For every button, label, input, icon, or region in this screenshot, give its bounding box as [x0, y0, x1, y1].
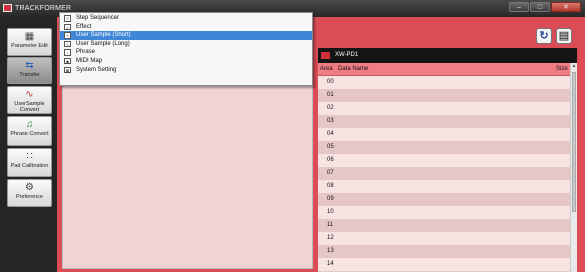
- scroll-thumb[interactable]: [572, 72, 576, 212]
- wave-convert-icon: ∿: [25, 89, 34, 100]
- gear-icon: ⚙: [25, 182, 34, 193]
- sample-short-icon: ∿: [64, 32, 71, 39]
- column-size[interactable]: Size: [556, 66, 568, 72]
- device-name: XW-PD1: [335, 52, 359, 58]
- menu-item-phrase[interactable]: ♪ Phrase: [60, 48, 312, 57]
- menu-item-label: MIDI Map: [76, 57, 103, 64]
- parameter-edit-label: Parameter Edit: [11, 43, 48, 49]
- effect-icon: ≈: [64, 23, 71, 31]
- pad-calibration-label: Pad Calibration: [10, 163, 49, 169]
- list-row[interactable]: 03: [318, 115, 570, 128]
- phrase-icon: ♫: [25, 119, 34, 130]
- transfer-arrows-icon: ⇆: [25, 60, 34, 71]
- settings-file-icon: ▦: [64, 66, 71, 74]
- parameter-edit-button[interactable]: ▦ Parameter Edit: [7, 28, 52, 56]
- device-icon[interactable]: ▤: [556, 28, 572, 44]
- list-row[interactable]: 12: [318, 232, 570, 245]
- menu-item-label: Step Sequencer: [76, 15, 120, 21]
- close-button[interactable]: ✕: [551, 2, 581, 12]
- window-controls: – □ ✕: [509, 2, 581, 12]
- list-scrollbar[interactable]: ▲: [570, 63, 577, 272]
- menu-item-label: User Sample (Long): [76, 40, 130, 47]
- device-logo-icon: [321, 52, 330, 59]
- transfer-label: Transfer: [19, 72, 40, 78]
- menu-item-effect[interactable]: ≈ Effect: [60, 23, 312, 32]
- list-row[interactable]: 10: [318, 206, 570, 219]
- menu-item-midi-map[interactable]: ◉ MIDI Map: [60, 57, 312, 66]
- window-title: TRACKFORMER: [15, 5, 72, 12]
- list-row[interactable]: 01: [318, 89, 570, 102]
- transfer-button[interactable]: ⇆ Transfer: [7, 57, 52, 84]
- menu-item-system-setting[interactable]: ▦ System Setting: [60, 66, 312, 75]
- list-row[interactable]: 08: [318, 180, 570, 193]
- scroll-up-icon[interactable]: ▲: [571, 63, 577, 71]
- refresh-icon[interactable]: ↻: [536, 28, 552, 44]
- usersample-convert-button[interactable]: ∿ UserSample Convert: [7, 86, 52, 114]
- list-row[interactable]: 14: [318, 258, 570, 271]
- menu-item-label: User Sample (Short): [76, 32, 131, 39]
- list-header: Area Data Name Size: [318, 63, 577, 76]
- menu-item-label: System Setting: [76, 66, 117, 73]
- sample-long-icon: ∿: [64, 40, 71, 48]
- column-area[interactable]: Area: [320, 66, 333, 72]
- device-bar: XW-PD1: [318, 48, 577, 63]
- grid-icon: ▦: [24, 31, 35, 42]
- menu-item-label: Phrase: [76, 49, 96, 56]
- data-list: 00 01 02 03 04 05 06 07 08 09 10 11 12 1…: [318, 76, 570, 272]
- menu-item-label: Effect: [76, 23, 92, 30]
- menu-item-step-sequencer[interactable]: ≡ Step Sequencer: [60, 14, 312, 23]
- phrase-convert-button[interactable]: ♫ Phrase Convert: [7, 116, 52, 146]
- midi-icon: ◉: [64, 57, 71, 65]
- preference-label: Preference: [16, 194, 43, 200]
- list-row[interactable]: 09: [318, 193, 570, 206]
- usersample-convert-label: UserSample Convert: [14, 101, 45, 113]
- maximize-button[interactable]: □: [530, 2, 550, 12]
- pad-icon: ∷: [26, 151, 33, 162]
- list-row[interactable]: 06: [318, 154, 570, 167]
- list-row[interactable]: 05: [318, 141, 570, 154]
- column-data-name[interactable]: Data Name: [338, 66, 368, 72]
- menu-item-user-sample-short[interactable]: ∿ User Sample (Short): [60, 31, 312, 40]
- list-row[interactable]: 00: [318, 76, 570, 89]
- list-row[interactable]: 13: [318, 245, 570, 258]
- sequencer-icon: ≡: [64, 15, 71, 22]
- phrase-file-icon: ♪: [64, 49, 71, 56]
- pad-calibration-button[interactable]: ∷ Pad Calibration: [7, 148, 52, 177]
- list-row[interactable]: 04: [318, 128, 570, 141]
- list-row[interactable]: 02: [318, 102, 570, 115]
- app-logo-icon: [3, 4, 12, 12]
- data-type-menu: ≡ Step Sequencer ≈ Effect ∿ User Sample …: [59, 12, 313, 86]
- list-row[interactable]: 11: [318, 219, 570, 232]
- phrase-convert-label: Phrase Convert: [10, 131, 49, 137]
- list-row[interactable]: 07: [318, 167, 570, 180]
- menu-item-user-sample-long[interactable]: ∿ User Sample (Long): [60, 40, 312, 49]
- minimize-button[interactable]: –: [509, 2, 529, 12]
- preference-button[interactable]: ⚙ Preference: [7, 179, 52, 207]
